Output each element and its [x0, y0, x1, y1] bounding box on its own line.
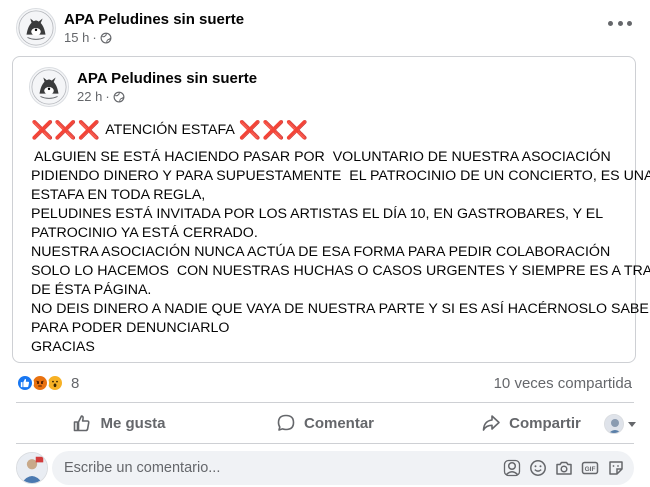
comment-input[interactable] — [64, 460, 484, 476]
post-header: APA Peludines sin suerte 15 h · — [16, 8, 244, 48]
like-button[interactable]: Me gusta — [16, 405, 222, 441]
thumbs-up-icon — [74, 415, 91, 432]
audience-selector[interactable] — [604, 414, 636, 434]
shared-post-meta: 22 h · — [77, 88, 257, 105]
divider — [16, 402, 634, 403]
text-line: PATROCINIO YA ESTÁ CERRADO. — [31, 225, 258, 241]
shared-post[interactable]: APA Peludines sin suerte 22 h · ❌❌❌ ATEN… — [12, 56, 650, 363]
like-icon — [16, 374, 34, 392]
divider — [16, 443, 634, 444]
comment-button[interactable]: Comentar — [222, 405, 428, 441]
text-line: PARA PODER DENUNCIARLO — [31, 320, 230, 336]
post-time[interactable]: 15 h — [64, 29, 89, 46]
text-line: SOLO LO HACEMOS CON NUESTRAS HUCHAS O CA… — [31, 263, 650, 279]
chevron-down-icon — [628, 421, 636, 427]
comment-composer — [16, 452, 48, 484]
camera-icon[interactable] — [554, 458, 574, 478]
text-line: NUESTRA ASOCIACIÓN NUNCA ACTÚA DE ESA FO… — [31, 244, 611, 260]
comment-box[interactable]: GIF — [52, 451, 634, 485]
shared-meta-separator: · — [105, 89, 110, 104]
avatar-sticker-icon[interactable] — [502, 458, 522, 478]
post-meta: 15 h · — [64, 29, 244, 46]
facebook-post: APA Peludines sin suerte 15 h · APA Pelu… — [0, 0, 650, 487]
share-label: Compartir — [509, 414, 581, 432]
globe-icon — [100, 32, 112, 43]
like-label: Me gusta — [100, 414, 166, 432]
text-line: DE ÉSTA PÁGINA. — [31, 282, 152, 298]
svg-text:GIF: GIF — [585, 466, 596, 473]
text-line: PIDIENDO DINERO Y PARA SUPUESTAMENTE EL … — [31, 168, 650, 184]
more-options-icon[interactable] — [608, 16, 632, 30]
reactions-summary[interactable]: 8 — [16, 372, 79, 394]
shared-post-time[interactable]: 22 h — [77, 88, 102, 105]
comment-label: Comentar — [303, 414, 374, 432]
text-line: ALGUIEN SE ESTÁ HACIENDO PASAR POR VOLUN… — [31, 149, 611, 165]
shared-post-header: APA Peludines sin suerte 22 h · — [29, 67, 257, 107]
meta-separator: · — [92, 30, 97, 45]
post-text: ❌❌❌ ATENCIÓN ESTAFA ❌❌❌ ALGUIEN SE ESTÁ … — [31, 121, 650, 357]
current-user-avatar[interactable] — [16, 452, 48, 484]
gif-icon[interactable]: GIF — [580, 458, 600, 478]
sticker-icon[interactable] — [606, 458, 626, 478]
share-count[interactable]: 10 veces compartida — [494, 375, 632, 392]
text-line: ESTAFA EN TODA REGLA, — [31, 187, 206, 203]
cross-mark-icon: ❌❌❌ — [31, 120, 102, 140]
text-line: GRACIAS — [31, 339, 95, 355]
text-line: PELUDINES ESTÁ INVITADA POR LOS ARTISTAS… — [31, 206, 604, 222]
page-avatar[interactable] — [16, 8, 56, 48]
action-bar: Me gusta Comentar Compartir — [16, 404, 634, 442]
share-icon — [482, 415, 500, 431]
emoji-icon[interactable] — [528, 458, 548, 478]
cross-mark-icon: ❌❌❌ — [238, 120, 310, 140]
reaction-count[interactable]: 8 — [71, 375, 79, 392]
comment-tools: GIF — [496, 458, 626, 478]
comment-icon — [277, 414, 295, 431]
shared-page-name[interactable]: APA Peludines sin suerte — [77, 69, 257, 88]
post-headline: ❌❌❌ ATENCIÓN ESTAFA ❌❌❌ — [31, 121, 627, 140]
text-line: NO DEIS DINERO A NADIE QUE VAYA DE NUEST… — [31, 301, 650, 317]
user-avatar — [604, 414, 624, 434]
globe-icon — [113, 91, 125, 102]
headline-text: ATENCIÓN ESTAFA — [105, 122, 235, 138]
page-name[interactable]: APA Peludines sin suerte — [64, 10, 244, 29]
shared-page-avatar[interactable] — [29, 67, 69, 107]
